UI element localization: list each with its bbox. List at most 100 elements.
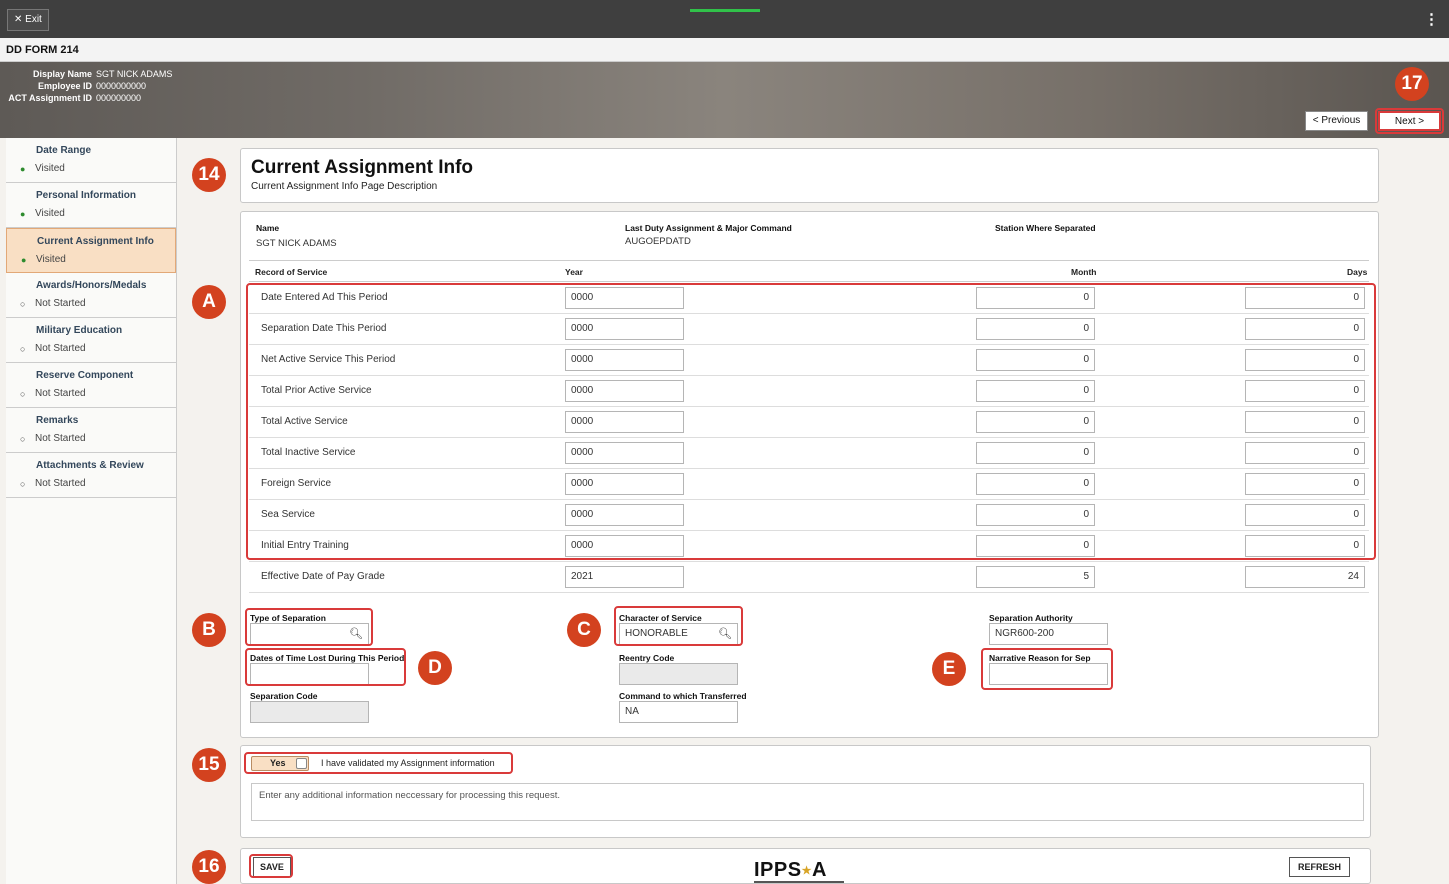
table-row: Total Active Service 0000 0 0 — [249, 407, 1369, 438]
sidebar-item-label: Date Range — [36, 145, 92, 156]
service-row-label: Date Entered Ad This Period — [261, 292, 388, 303]
sidebar-item-attachments-review[interactable]: Attachments & Review ○ Not Started — [6, 453, 176, 498]
sidebar-item-status: Visited — [35, 208, 65, 219]
sidebar-item-awards[interactable]: Awards/Honors/Medals ○ Not Started — [6, 273, 176, 318]
employee-id-label: Employee ID — [37, 81, 92, 91]
days-input[interactable]: 24 — [1245, 566, 1365, 588]
days-input[interactable]: 0 — [1245, 380, 1365, 402]
sidebar-item-status: Not Started — [35, 298, 86, 309]
month-input[interactable]: 5 — [976, 566, 1095, 588]
year-input[interactable]: 2021 — [565, 566, 684, 588]
month-input[interactable]: 0 — [976, 318, 1095, 340]
form-title-bar: DD FORM 214 — [0, 38, 1449, 62]
next-button[interactable]: Next > — [1378, 111, 1441, 131]
service-row-label: Total Active Service — [261, 416, 348, 427]
month-input[interactable]: 0 — [976, 473, 1095, 495]
callout-a-badge: A — [192, 285, 226, 319]
year-input[interactable]: 0000 — [565, 535, 684, 557]
sidebar-item-status: Not Started — [35, 343, 86, 354]
save-button[interactable]: SAVE — [253, 857, 291, 877]
days-input[interactable]: 0 — [1245, 318, 1365, 340]
month-input[interactable]: 0 — [976, 349, 1095, 371]
year-input[interactable]: 0000 — [565, 442, 684, 464]
callout-d-badge: D — [418, 651, 452, 685]
visited-dot-icon: ● — [21, 255, 27, 265]
separation-code-input — [250, 701, 369, 723]
month-input[interactable]: 0 — [976, 411, 1095, 433]
days-header: Days — [1347, 267, 1368, 277]
not-started-circle-icon: ○ — [20, 434, 26, 444]
month-input[interactable]: 0 — [976, 380, 1095, 402]
days-input[interactable]: 0 — [1245, 473, 1365, 495]
service-row-label: Sea Service — [261, 509, 315, 520]
year-input[interactable]: 0000 — [565, 318, 684, 340]
service-row-label: Net Active Service This Period — [261, 354, 396, 365]
year-input[interactable]: 0000 — [565, 380, 684, 402]
year-input[interactable]: 0000 — [565, 411, 684, 433]
table-row: Initial Entry Training 0000 0 0 — [249, 531, 1369, 562]
record-of-service-header: Record of Service Year Month Days — [249, 260, 1369, 282]
month-input[interactable]: 0 — [976, 535, 1095, 557]
assignment-form-panel: Name SGT NICK ADAMS Last Duty Assignment… — [240, 211, 1379, 738]
visited-dot-icon: ● — [20, 164, 26, 174]
logo-text: IPPS — [754, 859, 802, 881]
validated-text: I have validated my Assignment informati… — [321, 758, 495, 768]
command-transferred-input[interactable]: NA — [619, 701, 738, 723]
sidebar-item-label: Current Assignment Info — [37, 236, 154, 247]
days-input[interactable]: 0 — [1245, 287, 1365, 309]
sidebar-item-status: Not Started — [35, 388, 86, 399]
month-input[interactable]: 0 — [976, 442, 1095, 464]
days-input[interactable]: 0 — [1245, 349, 1365, 371]
additional-info-textarea[interactable]: Enter any additional information neccess… — [251, 783, 1364, 821]
narrative-reason-input[interactable] — [989, 663, 1108, 685]
separation-authority-input[interactable]: NGR600-200 — [989, 623, 1108, 645]
refresh-button[interactable]: REFRESH — [1288, 857, 1350, 877]
duty-assignment-label: Last Duty Assignment & Major Command — [625, 223, 792, 233]
exit-button[interactable]: ✕ Exit — [7, 9, 49, 31]
page-header-panel: Current Assignment Info Current Assignme… — [240, 148, 1379, 203]
not-started-circle-icon: ○ — [20, 389, 26, 399]
sidebar-item-personal-information[interactable]: Personal Information ● Visited — [6, 183, 176, 228]
table-row: Foreign Service 0000 0 0 — [249, 469, 1369, 500]
service-row-label: Separation Date This Period — [261, 323, 387, 334]
year-input[interactable]: 0000 — [565, 349, 684, 371]
sidebar-item-current-assignment-info[interactable]: Current Assignment Info ● Visited — [6, 228, 176, 273]
sidebar-item-label: Reserve Component — [36, 370, 134, 381]
display-name-label: Display Name — [32, 69, 92, 79]
days-input[interactable]: 0 — [1245, 442, 1365, 464]
toggle-knob — [296, 758, 307, 769]
type-of-separation-input[interactable]: 🔍︎ — [250, 623, 369, 645]
month-input[interactable]: 0 — [976, 287, 1095, 309]
search-icon[interactable]: 🔍︎ — [349, 624, 363, 644]
sidebar-item-remarks[interactable]: Remarks ○ Not Started — [6, 408, 176, 453]
sidebar-item-date-range[interactable]: Date Range ● Visited — [6, 138, 176, 183]
toggle-label: Yes — [270, 758, 286, 768]
sidebar-item-reserve-component[interactable]: Reserve Component ○ Not Started — [6, 363, 176, 408]
character-of-service-label: Character of Service — [619, 613, 702, 623]
days-input[interactable]: 0 — [1245, 535, 1365, 557]
time-lost-input[interactable] — [250, 663, 369, 685]
search-icon[interactable]: 🔍︎ — [718, 624, 732, 644]
callout-14-badge: 14 — [192, 158, 226, 192]
previous-button[interactable]: < Previous — [1305, 111, 1368, 131]
month-input[interactable]: 0 — [976, 504, 1095, 526]
form-title: DD FORM 214 — [6, 44, 79, 56]
days-input[interactable]: 0 — [1245, 411, 1365, 433]
year-input[interactable]: 0000 — [565, 504, 684, 526]
sidebar-item-label: Attachments & Review — [36, 460, 144, 471]
table-row: Total Inactive Service 0000 0 0 — [249, 438, 1369, 469]
validated-toggle[interactable]: Yes — [251, 756, 309, 771]
more-menu-icon[interactable]: ⋮ — [1424, 10, 1439, 28]
character-of-service-input[interactable]: HONORABLE 🔍︎ — [619, 623, 738, 645]
callout-16-badge: 16 — [192, 850, 226, 884]
sidebar-item-status: Visited — [35, 163, 65, 174]
year-input[interactable]: 0000 — [565, 287, 684, 309]
sidebar-item-status: Visited — [36, 254, 66, 265]
star-icon: ★ — [801, 865, 812, 878]
reentry-code-label: Reentry Code — [619, 653, 675, 663]
year-input[interactable]: 0000 — [565, 473, 684, 495]
top-bar: ✕ Exit ⋮ — [0, 0, 1449, 38]
sidebar-item-military-education[interactable]: Military Education ○ Not Started — [6, 318, 176, 363]
separation-code-label: Separation Code — [250, 691, 318, 701]
days-input[interactable]: 0 — [1245, 504, 1365, 526]
